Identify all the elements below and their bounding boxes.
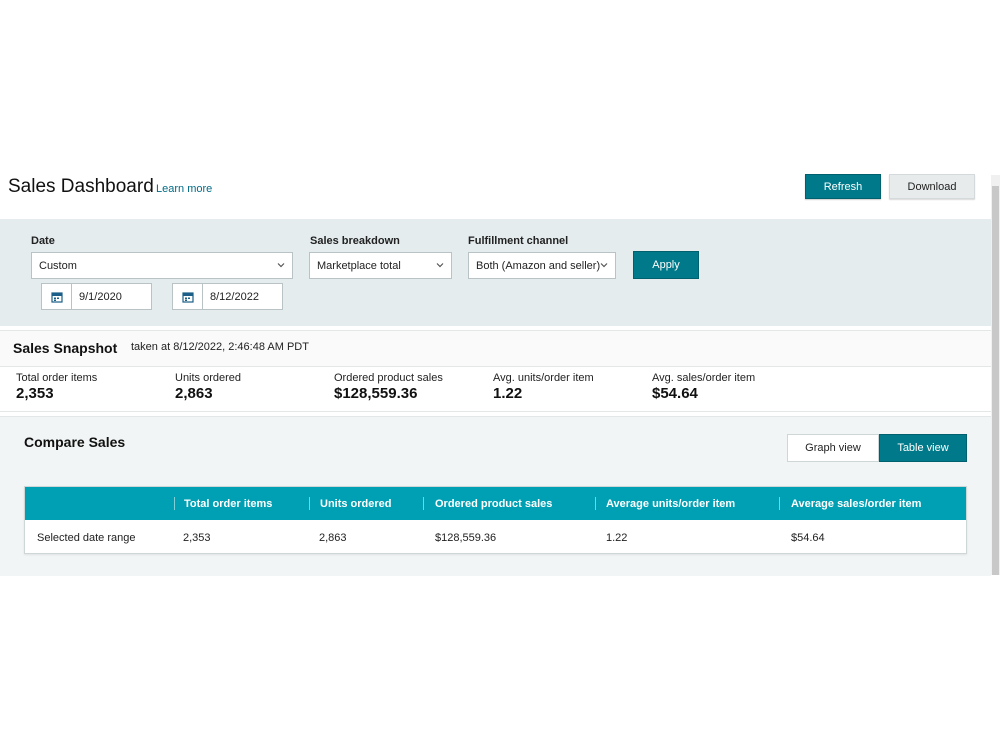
channel-label: Fulfillment channel (468, 235, 569, 247)
metric-label: Avg. units/order item (493, 372, 594, 384)
metric-ordered-product-sales: Ordered product sales $128,559.36 (334, 372, 443, 402)
page-title: Sales Dashboard (8, 176, 154, 197)
calendar-icon[interactable] (173, 284, 203, 309)
compare-sales-panel: Compare Sales Graph view Table view Tota… (0, 416, 991, 576)
column-divider (309, 497, 310, 510)
chevron-down-icon (277, 263, 285, 268)
compare-table: Total order items Units ordered Ordered … (24, 486, 967, 554)
table-cell: $128,559.36 (435, 531, 497, 544)
breakdown-value: Marketplace total (317, 259, 401, 272)
refresh-button[interactable]: Refresh (805, 174, 881, 199)
chevron-down-icon (600, 263, 608, 268)
metric-label: Units ordered (175, 372, 242, 384)
compare-title: Compare Sales (24, 434, 126, 450)
metric-value: $54.64 (652, 385, 698, 402)
sales-breakdown-select[interactable]: Marketplace total (309, 252, 452, 279)
table-cell: 1.22 (606, 531, 628, 544)
snapshot-timestamp: taken at 8/12/2022, 2:46:48 AM PDT (131, 341, 309, 353)
table-header-cell[interactable]: Total order items (184, 487, 272, 520)
table-header-cell[interactable]: Average sales/order item (791, 487, 921, 520)
metric-value: 2,863 (175, 385, 213, 402)
metric-label: Total order items (16, 372, 98, 384)
learn-more-link[interactable]: Learn more (156, 183, 212, 195)
metric-label: Avg. sales/order item (652, 372, 756, 384)
table-view-button[interactable]: Table view (879, 434, 967, 462)
date-label: Date (31, 235, 55, 247)
graph-view-button[interactable]: Graph view (787, 434, 879, 462)
metric-value: 1.22 (493, 385, 523, 402)
table-cell: 2,863 (319, 531, 347, 544)
breakdown-label: Sales breakdown (310, 235, 400, 247)
end-date-value: 8/12/2022 (210, 290, 259, 303)
table-header-cell[interactable]: Ordered product sales (435, 487, 552, 520)
metric-avg-units: Avg. units/order item 1.22 (493, 372, 594, 402)
metric-value: $128,559.36 (334, 385, 418, 402)
table-cell: Selected date range (37, 531, 136, 544)
end-date-field[interactable]: 8/12/2022 (172, 283, 283, 310)
metric-value: 2,353 (16, 385, 54, 402)
download-button[interactable]: Download (889, 174, 975, 199)
calendar-icon[interactable] (42, 284, 72, 309)
metric-total-order-items: Total order items 2,353 (16, 372, 97, 402)
column-divider (779, 497, 780, 510)
metric-units-ordered: Units ordered 2,863 (175, 372, 241, 402)
snapshot-title: Sales Snapshot (13, 340, 118, 356)
table-header-cell[interactable]: Average units/order item (606, 487, 735, 520)
table-cell: 2,353 (183, 531, 211, 544)
column-divider (174, 497, 175, 510)
date-range-value: Custom (39, 259, 77, 272)
scrollbar-thumb[interactable] (992, 186, 999, 575)
metric-label: Ordered product sales (334, 372, 443, 384)
apply-button[interactable]: Apply (633, 251, 699, 279)
date-range-select[interactable]: Custom (31, 252, 293, 279)
chevron-down-icon (436, 263, 444, 268)
start-date-value: 9/1/2020 (79, 290, 122, 303)
table-cell: $54.64 (791, 531, 825, 544)
snapshot-header: Sales Snapshot taken at 8/12/2022, 2:46:… (0, 331, 991, 367)
table-header: Total order items Units ordered Ordered … (25, 487, 966, 520)
start-date-field[interactable]: 9/1/2020 (41, 283, 152, 310)
column-divider (423, 497, 424, 510)
metric-avg-sales: Avg. sales/order item $54.64 (652, 372, 755, 402)
fulfillment-channel-select[interactable]: Both (Amazon and seller) (468, 252, 616, 279)
channel-value: Both (Amazon and seller) (476, 259, 601, 272)
column-divider (595, 497, 596, 510)
sales-snapshot: Sales Snapshot taken at 8/12/2022, 2:46:… (0, 330, 991, 412)
table-header-cell[interactable]: Units ordered (320, 487, 392, 520)
